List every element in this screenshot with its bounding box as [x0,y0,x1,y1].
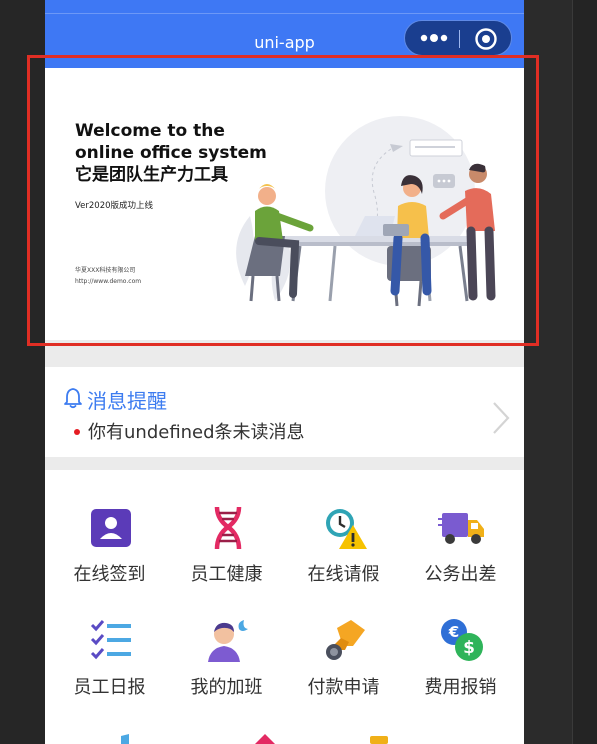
unread-dot [74,429,80,435]
grid-item-leave[interactable]: 在线请假 [285,470,402,585]
grid-item-sign-in[interactable]: 在线签到 [51,470,168,585]
grid-item-daily-report[interactable]: 员工日报 [51,583,168,698]
grid-label: 费用报销 [424,677,497,698]
grid-item-health[interactable]: 员工健康 [168,470,285,585]
svg-text:$: $ [463,638,475,658]
bell-icon [64,388,82,409]
currency-icon: € $ [441,619,483,661]
grid-label: 我的加班 [190,677,263,698]
sign-in-icon [91,509,131,547]
grid-label: 付款申请 [307,677,380,698]
grid-item-reimburse[interactable]: € $ 费用报销 [402,583,519,698]
capsule-menu[interactable] [404,20,512,56]
notice-title: 消息提醒 [87,389,167,413]
svg-text:€: € [448,623,459,641]
next-row-icons-peek [121,734,388,744]
grid-label: 员工日报 [73,677,146,698]
editor-scrollbar-track[interactable] [572,0,597,744]
close-target-icon[interactable] [474,27,498,51]
highlight-annotation-box [27,55,539,346]
capsule-divider [459,30,460,48]
notice-card[interactable]: 消息提醒 你有undefined条未读消息 [45,367,524,457]
checklist-icon [90,620,131,660]
truck-icon [438,513,484,544]
hand-coin-icon [326,620,365,660]
grid-item-overtime[interactable]: 我的加班 [168,583,285,698]
section-gap [45,457,524,470]
dna-icon [214,506,242,550]
grid-item-payment[interactable]: 付款申请 [285,583,402,698]
person-moon-icon [208,620,248,662]
chevron-right-icon[interactable] [491,401,511,435]
feature-grid: 在线签到 员工健康 在线请假 公务出差 员工日报 我的加班 付款申请 € $ 费… [45,470,524,744]
notice-message: 你有undefined条未读消息 [88,422,305,443]
more-dots-icon[interactable] [419,32,449,44]
clock-warning-icon [326,509,367,549]
status-bar-divider [45,13,524,14]
grid-item-trip[interactable]: 公务出差 [402,470,519,585]
